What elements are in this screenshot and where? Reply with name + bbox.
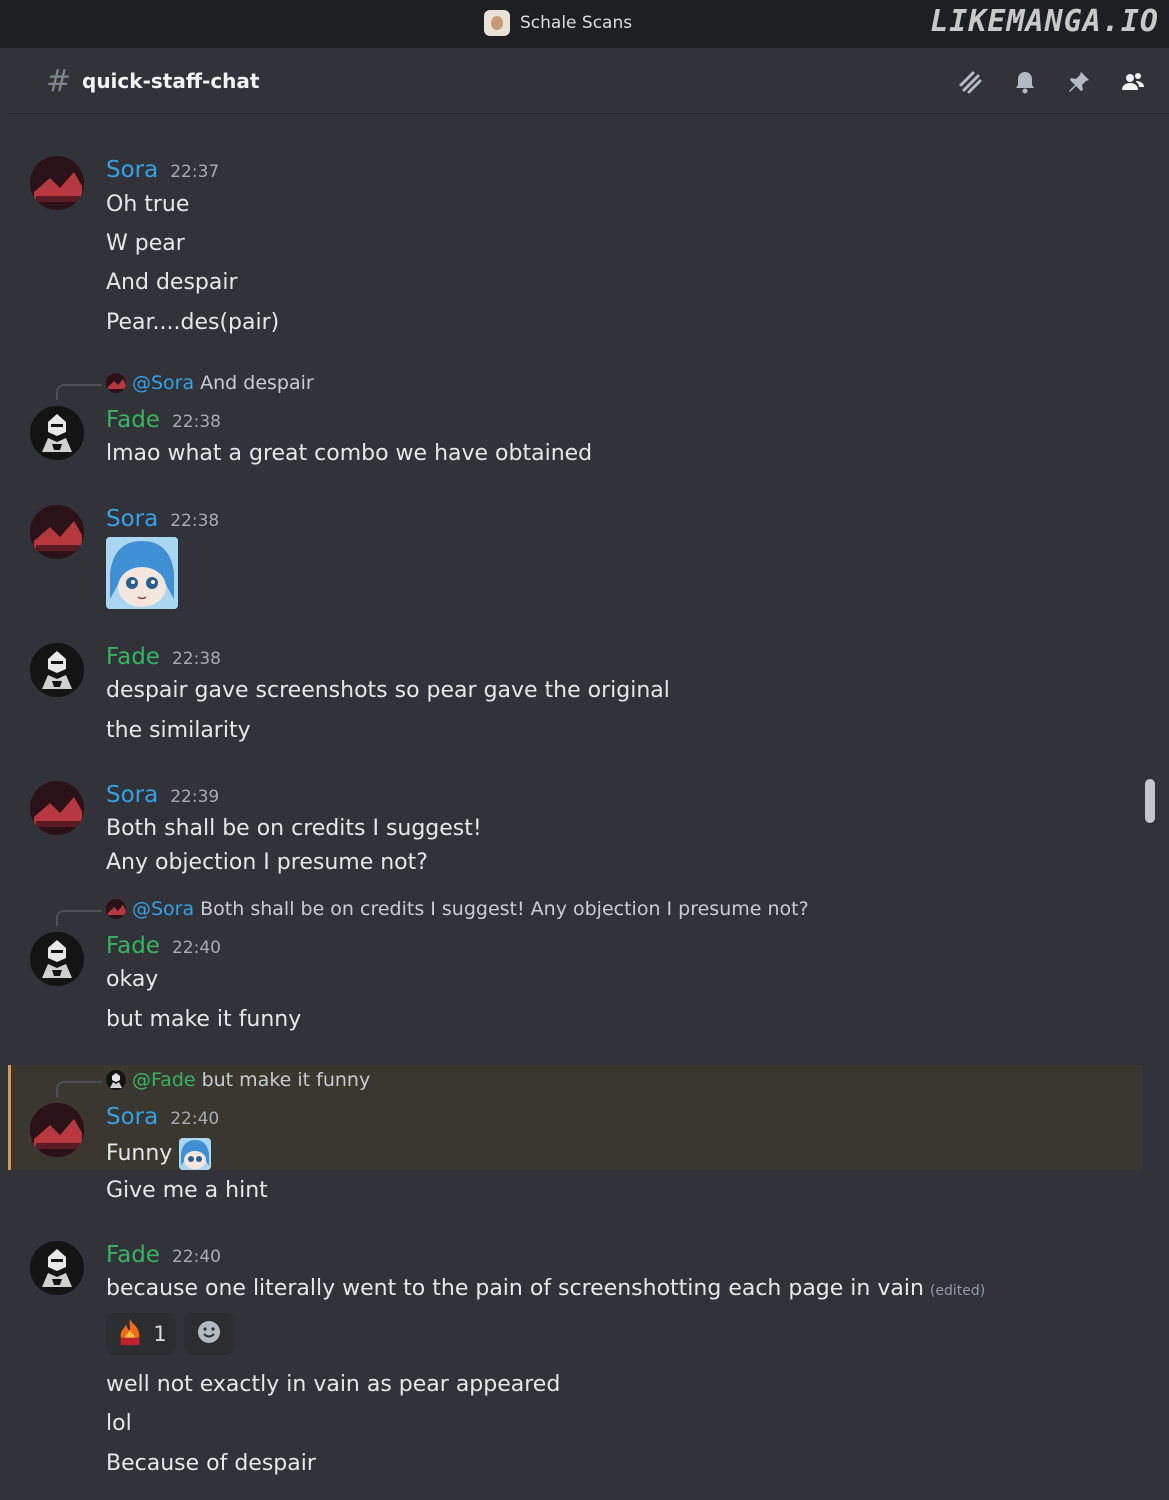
username-fade[interactable]: Fade [106, 1242, 160, 1268]
message-header: Fade 22:40 [106, 933, 221, 959]
message-header: Fade 22:38 [106, 644, 221, 670]
message-line: Any objection I presume not? [106, 850, 428, 875]
reply-mention[interactable]: @Fade [132, 1069, 196, 1091]
reply-text: Both shall be on credits I suggest! Any … [200, 898, 809, 920]
timestamp: 22:37 [170, 162, 220, 182]
fire-emoji-icon [115, 1317, 145, 1352]
username-sora[interactable]: Sora [106, 782, 158, 808]
username-sora[interactable]: Sora [106, 506, 158, 532]
message-line: the similarity [106, 718, 251, 743]
channel-name: quick-staff-chat [82, 69, 260, 93]
reply-preview[interactable]: @Sora And despair [106, 372, 314, 394]
timestamp: 22:38 [171, 649, 221, 669]
mini-avatar-sora [106, 373, 126, 393]
avatar-fade[interactable] [30, 1241, 84, 1295]
message-line: despair gave screenshots so pear gave th… [106, 678, 670, 703]
message-line: W pear [106, 231, 185, 256]
channel-header: # quick-staff-chat [8, 50, 1169, 114]
username-fade[interactable]: Fade [106, 407, 160, 433]
message-header: Sora 22:38 [106, 506, 219, 532]
members-icon[interactable] [1119, 68, 1147, 96]
avatar-sora[interactable] [30, 781, 84, 835]
watermark: LIKEMANGA.IO [930, 4, 1159, 39]
message-line: well not exactly in vain as pear appeare… [106, 1372, 561, 1397]
message-header: Fade 22:38 [106, 407, 221, 433]
reply-text: but make it funny [201, 1069, 371, 1091]
reply-text: And despair [200, 372, 314, 394]
add-reaction-button[interactable] [184, 1313, 234, 1355]
server-header[interactable]: Schale Scans [484, 10, 632, 36]
anime-girl-emoji[interactable] [179, 1138, 212, 1170]
avatar-fade[interactable] [30, 643, 84, 697]
username-fade[interactable]: Fade [106, 933, 160, 959]
message-header: Fade 22:40 [106, 1242, 221, 1268]
anime-girl-sticker[interactable] [106, 537, 178, 609]
message-line: but make it funny [106, 1007, 302, 1032]
reply-spine [56, 384, 102, 400]
message-line: lol [106, 1411, 132, 1436]
avatar-fade[interactable] [30, 932, 84, 986]
server-icon [484, 10, 510, 36]
message-line: Funny [106, 1138, 212, 1170]
scrollbar-thumb[interactable] [1145, 779, 1155, 823]
message-line: Oh true [106, 192, 190, 217]
message-text: because one literally went to the pain o… [106, 1276, 924, 1301]
username-sora[interactable]: Sora [106, 157, 158, 183]
reply-spine [56, 910, 102, 926]
reply-preview[interactable]: @Fade but make it funny [106, 1069, 370, 1091]
message-line: because one literally went to the pain o… [106, 1276, 985, 1301]
message-line: And despair [106, 270, 238, 295]
reply-preview[interactable]: @Sora Both shall be on credits I suggest… [106, 898, 809, 920]
pin-icon[interactable] [1065, 68, 1093, 96]
timestamp: 22:40 [170, 1109, 220, 1129]
reply-mention[interactable]: @Sora [132, 898, 194, 920]
smiley-icon [196, 1319, 222, 1349]
message-text: Funny [106, 1141, 173, 1166]
avatar-sora[interactable] [30, 505, 84, 559]
avatar-sora[interactable] [30, 1103, 84, 1157]
message-line: okay [106, 967, 159, 992]
reply-mention[interactable]: @Sora [132, 372, 194, 394]
server-name: Schale Scans [520, 13, 633, 33]
timestamp: 22:39 [170, 787, 220, 807]
reaction-count: 1 [153, 1322, 167, 1346]
timestamp: 22:38 [170, 511, 220, 531]
reaction-fire[interactable]: 1 [106, 1313, 176, 1355]
message-line: Give me a hint [106, 1178, 268, 1203]
message-header: Sora 22:37 [106, 157, 219, 183]
bell-icon[interactable] [1011, 68, 1039, 96]
mini-avatar-fade [106, 1070, 126, 1090]
hash-icon: # [46, 64, 72, 99]
edited-label: (edited) [929, 1283, 986, 1299]
timestamp: 22:40 [171, 938, 221, 958]
mini-avatar-sora [106, 899, 126, 919]
message-line: Pear....des(pair) [106, 310, 280, 335]
timestamp: 22:40 [171, 1247, 221, 1267]
timestamp: 22:38 [171, 412, 221, 432]
username-fade[interactable]: Fade [106, 644, 160, 670]
reply-spine [56, 1081, 102, 1097]
message-header: Sora 22:39 [106, 782, 219, 808]
threads-icon[interactable] [956, 68, 984, 96]
title-bar: Schale Scans LIKEMANGA.IO [0, 0, 1169, 48]
message-line: Both shall be on credits I suggest! [106, 816, 482, 841]
avatar-fade[interactable] [30, 406, 84, 460]
message-line: Because of despair [106, 1451, 316, 1476]
message-line: lmao what a great combo we have obtained [106, 441, 593, 466]
avatar-sora[interactable] [30, 156, 84, 210]
username-sora[interactable]: Sora [106, 1104, 158, 1130]
message-header: Sora 22:40 [106, 1104, 219, 1130]
